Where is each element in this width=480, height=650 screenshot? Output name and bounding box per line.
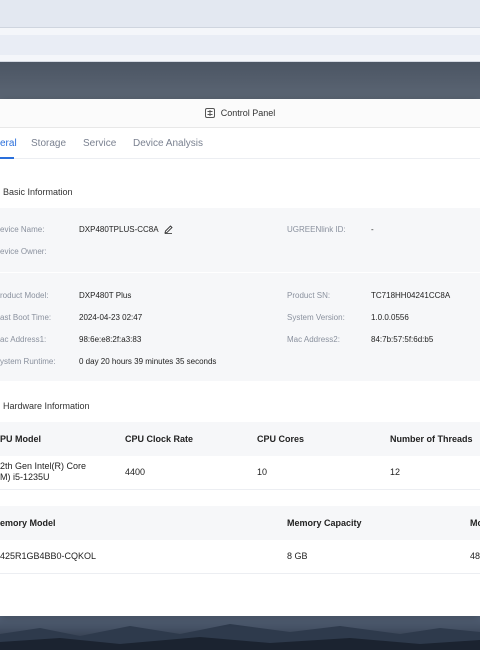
mac-address2-value: 84:7b:57:5f:6d:b5: [371, 335, 434, 344]
control-panel-icon: [204, 108, 215, 118]
tab-general[interactable]: eral: [0, 138, 17, 149]
cpu-model-value: 2th Gen Intel(R) Core M) i5-1235U: [0, 461, 87, 482]
address-bar[interactable]: [0, 35, 480, 55]
device-owner-label: evice Owner:: [0, 247, 47, 256]
cpu-table-header: PU Model CPU Clock Rate CPU Cores Number…: [0, 422, 480, 456]
system-version-value: 1.0.0.0556: [371, 313, 409, 322]
device-name-label: evice Name:: [0, 225, 45, 234]
tab-bar: eral Storage Service Device Analysis: [0, 128, 480, 159]
cpu-clock-rate-value: 4400: [125, 467, 146, 477]
memory-table-header: emory Model Memory Capacity Mo: [0, 506, 480, 540]
last-boot-value: 2024-04-23 02:47: [79, 313, 143, 322]
mac-address2-label: Mac Address2:: [287, 335, 340, 344]
basic-info-block-2: roduct Model: DXP480T Plus Product SN: T…: [0, 273, 480, 381]
control-panel-window: Control Panel eral Storage Service Devic…: [0, 99, 480, 616]
active-tab-indicator: [0, 157, 14, 159]
window-titlebar[interactable]: Control Panel: [0, 99, 480, 128]
memory-model-header: emory Model: [0, 518, 56, 528]
basic-info-block-1: evice Name: DXP480TPLUS-CC8A UGREENlink …: [0, 208, 480, 272]
number-of-threads-value: 12: [390, 467, 401, 477]
basic-information-title: Basic Information: [3, 187, 73, 197]
cpu-table-row: 2th Gen Intel(R) Core M) i5-1235U 4400 1…: [0, 456, 480, 490]
hardware-information-title: Hardware Information: [3, 401, 90, 411]
cpu-cores-value: 10: [257, 467, 268, 477]
mac-address1-value: 98:6e:e8:2f:a3:83: [79, 335, 142, 344]
product-sn-value: TC718HH04241CC8A: [371, 291, 451, 300]
tab-service[interactable]: Service: [83, 138, 116, 149]
edit-pencil-icon[interactable]: [164, 225, 173, 234]
ugreenlink-value: -: [371, 225, 374, 234]
product-model-label: roduct Model:: [0, 291, 49, 300]
memory-capacity-header: Memory Capacity: [287, 518, 362, 528]
memory-model-value: 425R1GB4BB0-CQKOL: [0, 551, 97, 561]
system-runtime-label: ystem Runtime:: [0, 357, 56, 366]
mountain-wallpaper: [0, 624, 480, 650]
tab-device-analysis[interactable]: Device Analysis: [133, 138, 203, 149]
device-name-value: DXP480TPLUS-CC8A: [79, 225, 159, 234]
mac-address1-label: ac Address1:: [0, 335, 47, 344]
cpu-clock-rate-header: CPU Clock Rate: [125, 434, 194, 444]
cpu-cores-header: CPU Cores: [257, 434, 305, 444]
system-runtime-value: 0 day 20 hours 39 minutes 35 seconds: [79, 357, 217, 366]
memory-other-header: Mo: [470, 518, 480, 528]
number-of-threads-header: Number of Threads: [390, 434, 473, 444]
memory-other-value: 48: [470, 551, 480, 561]
cpu-model-header: PU Model: [0, 434, 42, 444]
ugreenlink-label: UGREENlink ID:: [287, 225, 346, 234]
memory-capacity-value: 8 GB: [287, 551, 308, 561]
window-title: Control Panel: [220, 108, 276, 118]
system-version-label: System Version:: [287, 313, 345, 322]
browser-toolbar: [0, 28, 480, 62]
last-boot-label: ast Boot Time:: [0, 313, 52, 322]
browser-tab-strip: [0, 0, 480, 28]
product-sn-label: Product SN:: [287, 291, 331, 300]
tab-storage[interactable]: Storage: [31, 138, 66, 149]
product-model-value: DXP480T Plus: [79, 291, 132, 300]
memory-table-row: 425R1GB4BB0-CQKOL 8 GB 48: [0, 540, 480, 574]
